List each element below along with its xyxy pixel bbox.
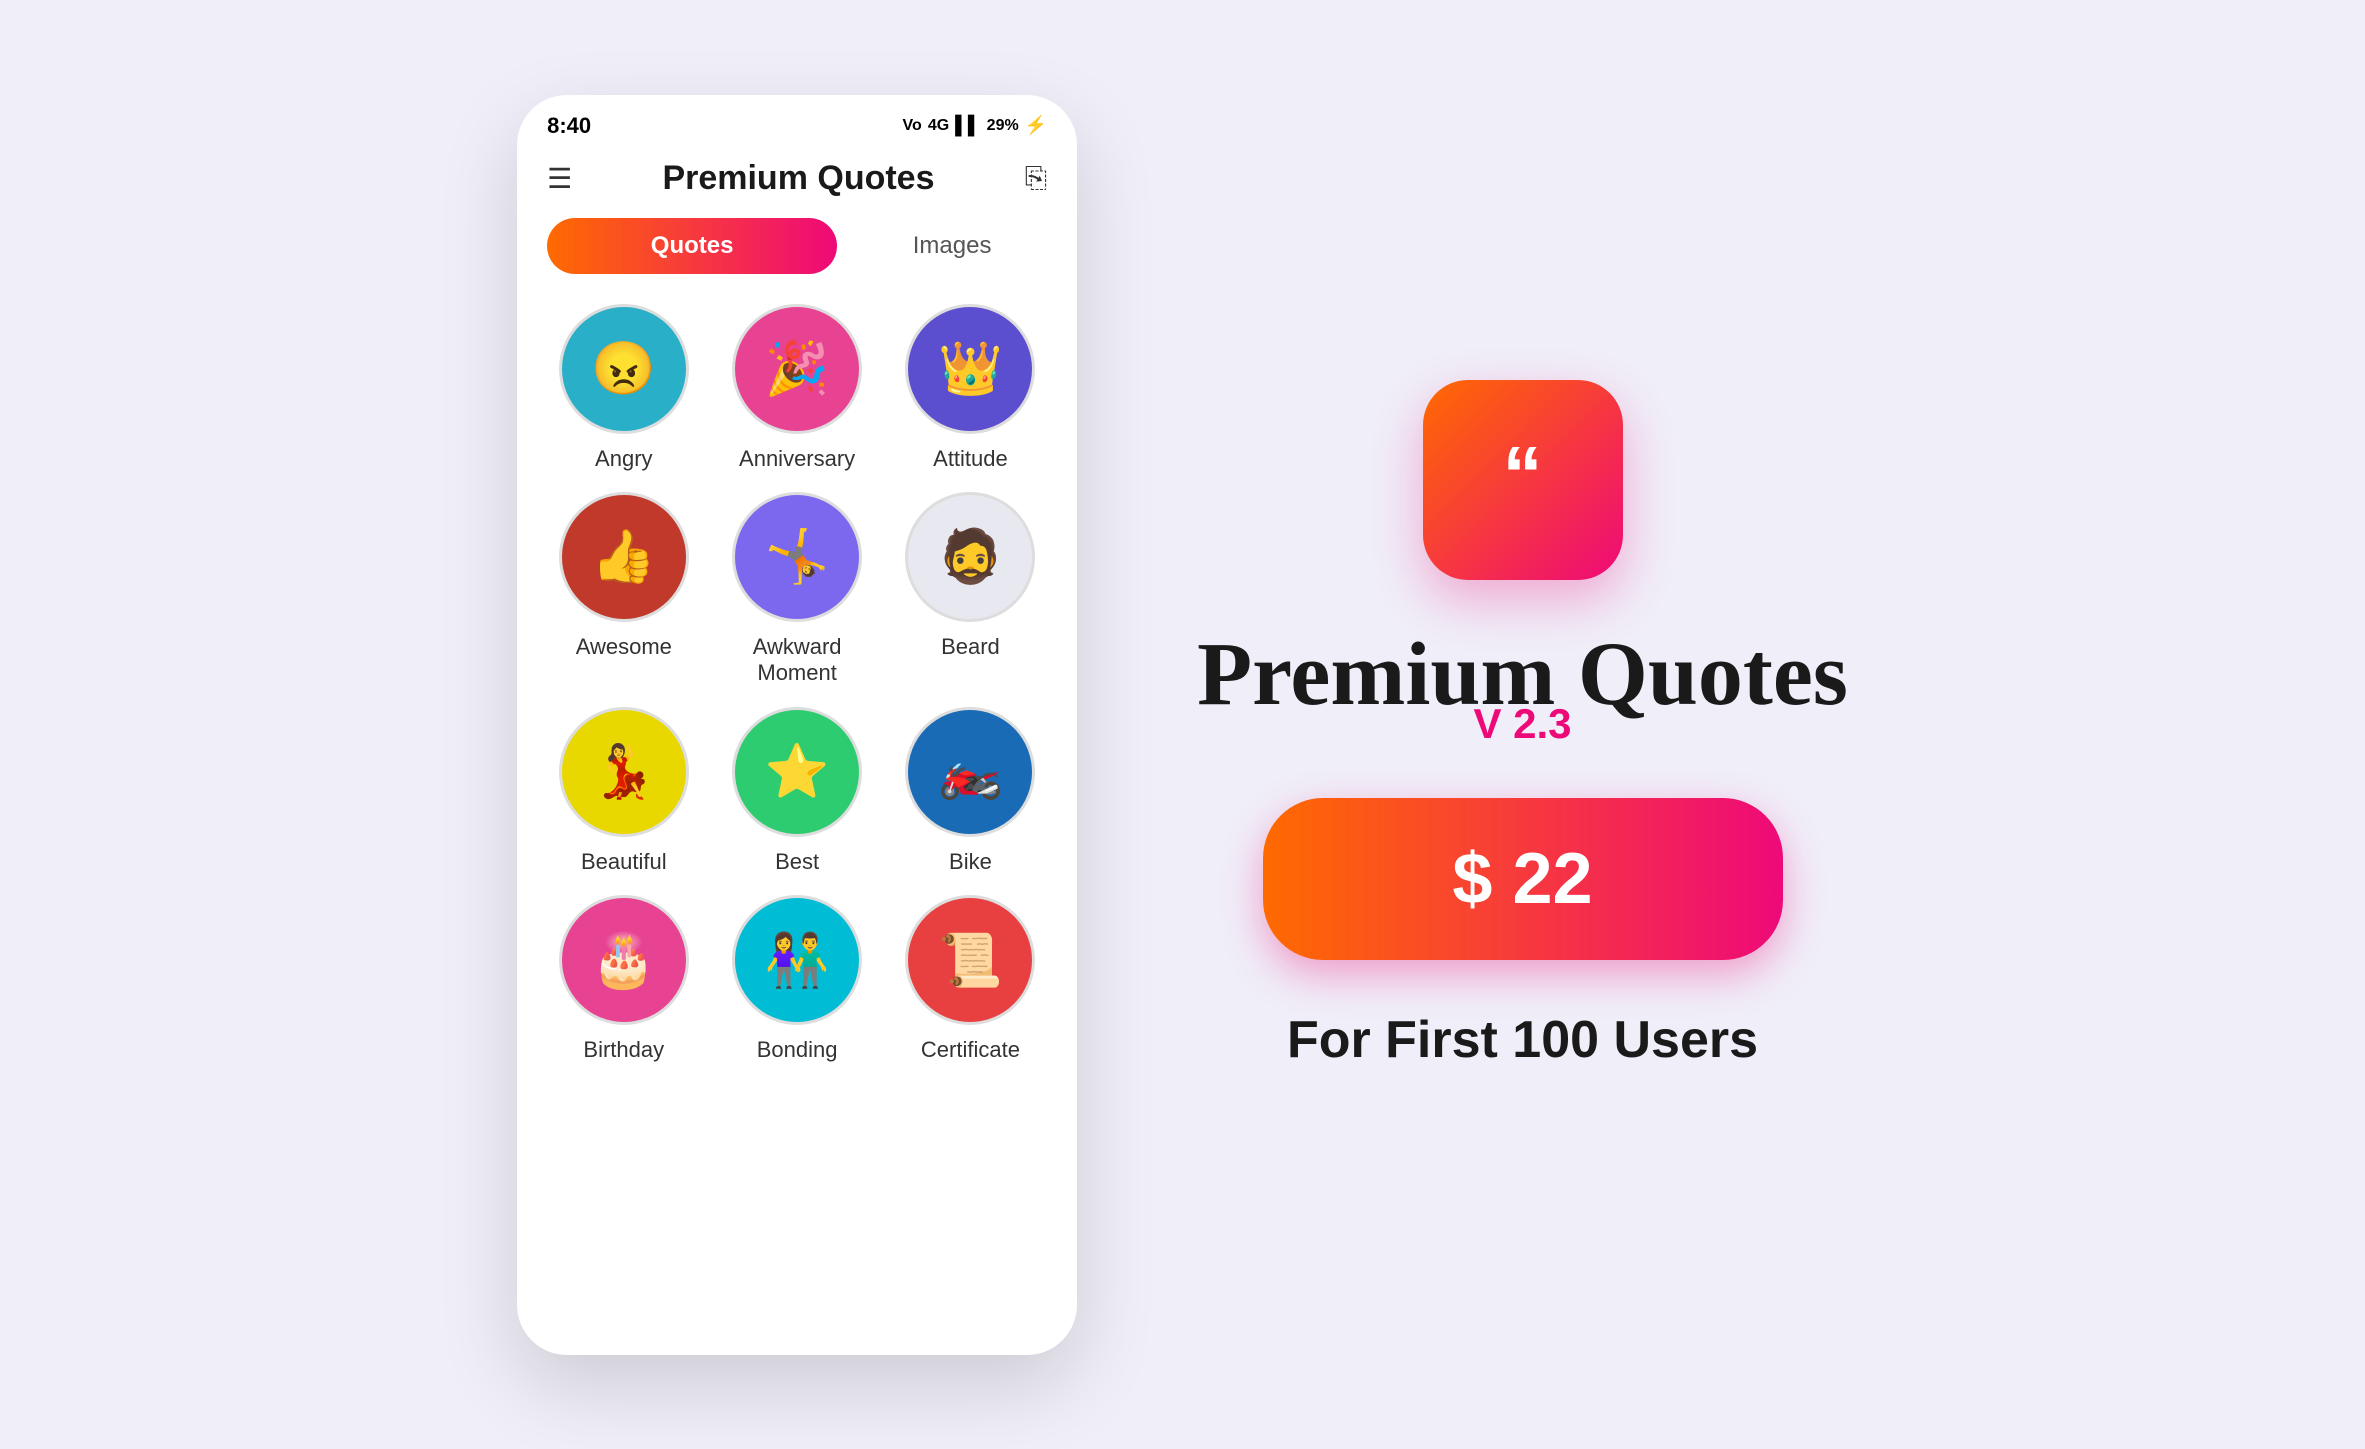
category-item[interactable]: 👍 Awesome bbox=[547, 492, 700, 687]
right-content: “ Premium Quotes V 2.3 $ 22 For First 10… bbox=[1197, 380, 1848, 1070]
category-circle: 💃 bbox=[559, 707, 689, 837]
share-icon[interactable]: ⎘ bbox=[1025, 162, 1047, 195]
category-circle: 👍 bbox=[559, 492, 689, 622]
quote-mark-icon: “ bbox=[1503, 435, 1543, 515]
category-label: Anniversary bbox=[739, 446, 855, 472]
category-label: Bonding bbox=[757, 1037, 838, 1063]
status-bar: 8:40 Vo 4G ▌▌ 29% ⚡ bbox=[517, 95, 1077, 149]
category-circle: 🎉 bbox=[732, 304, 862, 434]
category-label: Beard bbox=[941, 634, 1000, 660]
category-item[interactable]: 🎂 Birthday bbox=[547, 895, 700, 1063]
main-container: 8:40 Vo 4G ▌▌ 29% ⚡ ☰ Premium Quotes ⎘ Q… bbox=[0, 95, 2365, 1355]
category-circle: 📜 bbox=[905, 895, 1035, 1025]
category-circle: 🎂 bbox=[559, 895, 689, 1025]
category-circle: 😠 bbox=[559, 304, 689, 434]
category-item[interactable]: 👑 Attitude bbox=[894, 304, 1047, 472]
signal-icon: ▌▌ bbox=[955, 115, 981, 136]
status-icons: Vo 4G ▌▌ 29% ⚡ bbox=[903, 115, 1048, 136]
category-item[interactable]: 👫 Bonding bbox=[720, 895, 873, 1063]
category-circle: 🤸 bbox=[732, 492, 862, 622]
app-version: V 2.3 bbox=[1473, 700, 1571, 748]
category-label: Awesome bbox=[576, 634, 672, 660]
battery-icon: ⚡ bbox=[1025, 115, 1047, 136]
app-header-title: Premium Quotes bbox=[662, 159, 934, 198]
category-label: Bike bbox=[949, 849, 992, 875]
category-label: Certificate bbox=[921, 1037, 1020, 1063]
tab-images[interactable]: Images bbox=[857, 232, 1047, 260]
category-item[interactable]: 🏍️ Bike bbox=[894, 707, 1047, 875]
category-item[interactable]: 🧔 Beard bbox=[894, 492, 1047, 687]
category-label: Attitude bbox=[933, 446, 1008, 472]
battery-text: 29% bbox=[987, 117, 1019, 135]
category-item[interactable]: 📜 Certificate bbox=[894, 895, 1047, 1063]
category-item[interactable]: 🎉 Anniversary bbox=[720, 304, 873, 472]
app-header: ☰ Premium Quotes ⎘ bbox=[517, 149, 1077, 218]
category-label: Angry bbox=[595, 446, 652, 472]
category-label: Best bbox=[775, 849, 819, 875]
title-version-wrap: Premium Quotes V 2.3 bbox=[1197, 630, 1848, 748]
for-users-text: For First 100 Users bbox=[1287, 1010, 1758, 1070]
category-label: Beautiful bbox=[581, 849, 667, 875]
category-circle: 🏍️ bbox=[905, 707, 1035, 837]
category-label: Birthday bbox=[583, 1037, 664, 1063]
price-button[interactable]: $ 22 bbox=[1263, 798, 1783, 960]
tabs-row: Quotes Images bbox=[517, 218, 1077, 294]
category-item[interactable]: ⭐ Best bbox=[720, 707, 873, 875]
category-item[interactable]: 😠 Angry bbox=[547, 304, 700, 472]
category-circle: 👫 bbox=[732, 895, 862, 1025]
network-icon: Vo bbox=[903, 117, 922, 135]
hamburger-icon[interactable]: ☰ bbox=[547, 162, 572, 195]
category-circle: 🧔 bbox=[905, 492, 1035, 622]
category-circle: ⭐ bbox=[732, 707, 862, 837]
lte-icon: 4G bbox=[928, 117, 949, 135]
status-time: 8:40 bbox=[547, 113, 591, 139]
category-label: Awkward Moment bbox=[753, 634, 842, 687]
category-item[interactable]: 🤸 Awkward Moment bbox=[720, 492, 873, 687]
category-item[interactable]: 💃 Beautiful bbox=[547, 707, 700, 875]
phone-mockup: 8:40 Vo 4G ▌▌ 29% ⚡ ☰ Premium Quotes ⎘ Q… bbox=[517, 95, 1077, 1355]
app-icon: “ bbox=[1423, 380, 1623, 580]
tab-quotes[interactable]: Quotes bbox=[547, 218, 837, 274]
category-grid: 😠 Angry 🎉 Anniversary 👑 Attitude 👍 Awesome 🤸 Awkw… bbox=[517, 294, 1077, 1074]
category-circle: 👑 bbox=[905, 304, 1035, 434]
